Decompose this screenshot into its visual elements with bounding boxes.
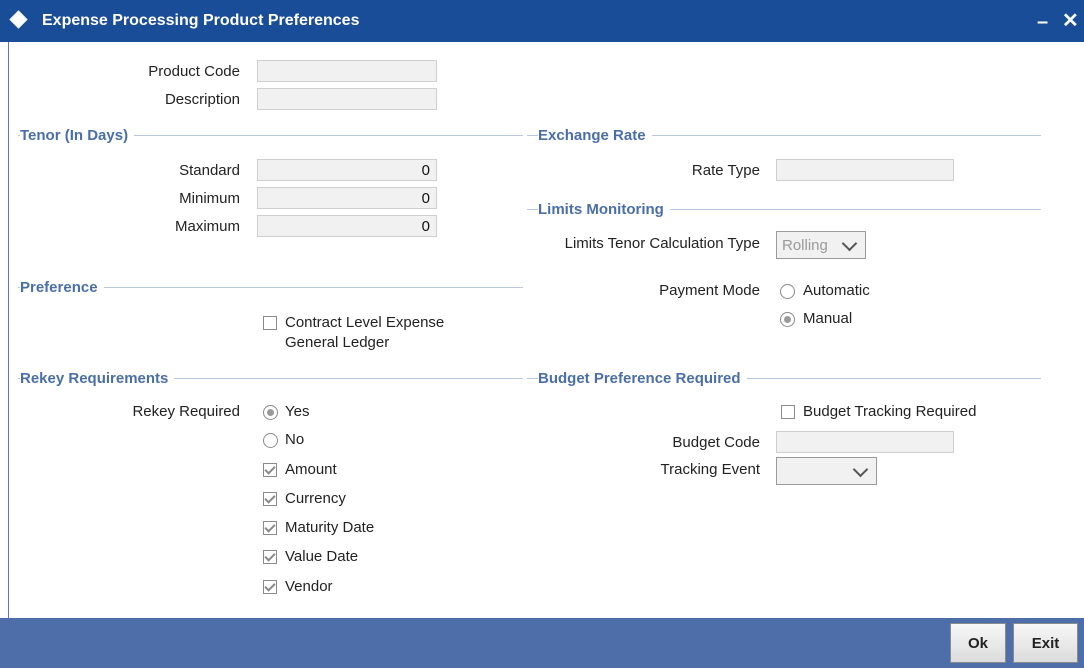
- tenor-maximum-label: Maximum: [174, 218, 240, 235]
- rekey-value-date-label: Value Date: [285, 548, 359, 565]
- budget-tracking-required-checkbox[interactable]: [781, 405, 795, 419]
- budget-tracking-required-label: Budget Tracking Required: [803, 403, 977, 420]
- description-label: Description: [164, 91, 240, 108]
- tracking-event-select[interactable]: [776, 457, 877, 485]
- tenor-standard-label: Standard: [179, 162, 240, 179]
- tenor-maximum-field[interactable]: [257, 215, 437, 237]
- rekey-no-radio[interactable]: [263, 433, 278, 448]
- rekey-maturity-date-label: Maturity Date: [285, 519, 375, 536]
- rekey-currency-label: Currency: [285, 490, 346, 507]
- payment-mode-label: Payment Mode: [659, 282, 760, 299]
- budget-code-field[interactable]: [776, 431, 954, 453]
- contract-gl-label-line1: Contract Level Expense: [285, 314, 445, 331]
- rekey-vendor-checkbox[interactable]: [263, 580, 277, 594]
- chevron-down-icon: [841, 235, 858, 251]
- product-code-label: Product Code: [148, 63, 240, 80]
- rekey-vendor-label: Vendor: [285, 578, 333, 595]
- limits-tenor-calc-value: Rolling: [782, 236, 828, 254]
- limits-tenor-calc-label: Limits Tenor Calculation Type: [564, 235, 760, 252]
- rekey-value-date-checkbox[interactable]: [263, 550, 277, 564]
- ok-button[interactable]: Ok: [950, 623, 1006, 663]
- rekey-heading: Rekey Requirements: [20, 370, 175, 387]
- budget-code-label: Budget Code: [672, 434, 760, 451]
- tenor-minimum-label: Minimum: [179, 190, 240, 207]
- chevron-down-icon: [852, 461, 869, 477]
- diamond-icon: [9, 10, 28, 29]
- tenor-minimum-field[interactable]: [257, 187, 437, 209]
- tenor-heading: Tenor (In Days): [20, 127, 135, 144]
- rekey-amount-checkbox[interactable]: [263, 463, 277, 477]
- payment-mode-manual-radio[interactable]: [780, 312, 795, 327]
- exit-button[interactable]: Exit: [1013, 623, 1078, 663]
- contract-gl-label-line2: General Ledger: [285, 334, 390, 351]
- rekey-amount-label: Amount: [285, 461, 337, 478]
- minimize-icon[interactable]: –: [1037, 12, 1048, 32]
- close-icon[interactable]: ✕: [1062, 11, 1079, 31]
- product-code-field[interactable]: [257, 60, 437, 82]
- payment-mode-automatic-radio[interactable]: [780, 284, 795, 299]
- rekey-yes-label: Yes: [285, 403, 310, 420]
- preference-heading: Preference: [20, 279, 104, 296]
- budget-heading: Budget Preference Required: [538, 370, 747, 387]
- tenor-standard-field[interactable]: [257, 159, 437, 181]
- rekey-maturity-date-checkbox[interactable]: [263, 521, 277, 535]
- limits-heading: Limits Monitoring: [538, 201, 670, 218]
- rekey-no-label: No: [285, 431, 305, 448]
- footer-bar: Ok Exit: [0, 618, 1084, 668]
- rekey-required-label: Rekey Required: [132, 403, 240, 420]
- rekey-currency-checkbox[interactable]: [263, 492, 277, 506]
- payment-mode-manual-label: Manual: [803, 310, 853, 327]
- rekey-yes-radio[interactable]: [263, 405, 278, 420]
- rate-type-label: Rate Type: [691, 162, 760, 179]
- description-field[interactable]: [257, 88, 437, 110]
- window-title: Expense Processing Product Preferences: [42, 12, 360, 29]
- tracking-event-label: Tracking Event: [660, 461, 761, 478]
- limits-tenor-calc-select[interactable]: Rolling: [776, 231, 866, 259]
- exchange-rate-heading: Exchange Rate: [538, 127, 652, 144]
- payment-mode-automatic-label: Automatic: [803, 282, 870, 299]
- title-bar: Expense Processing Product Preferences –…: [0, 0, 1084, 42]
- contract-gl-checkbox[interactable]: [263, 316, 277, 330]
- rate-type-field[interactable]: [776, 159, 954, 181]
